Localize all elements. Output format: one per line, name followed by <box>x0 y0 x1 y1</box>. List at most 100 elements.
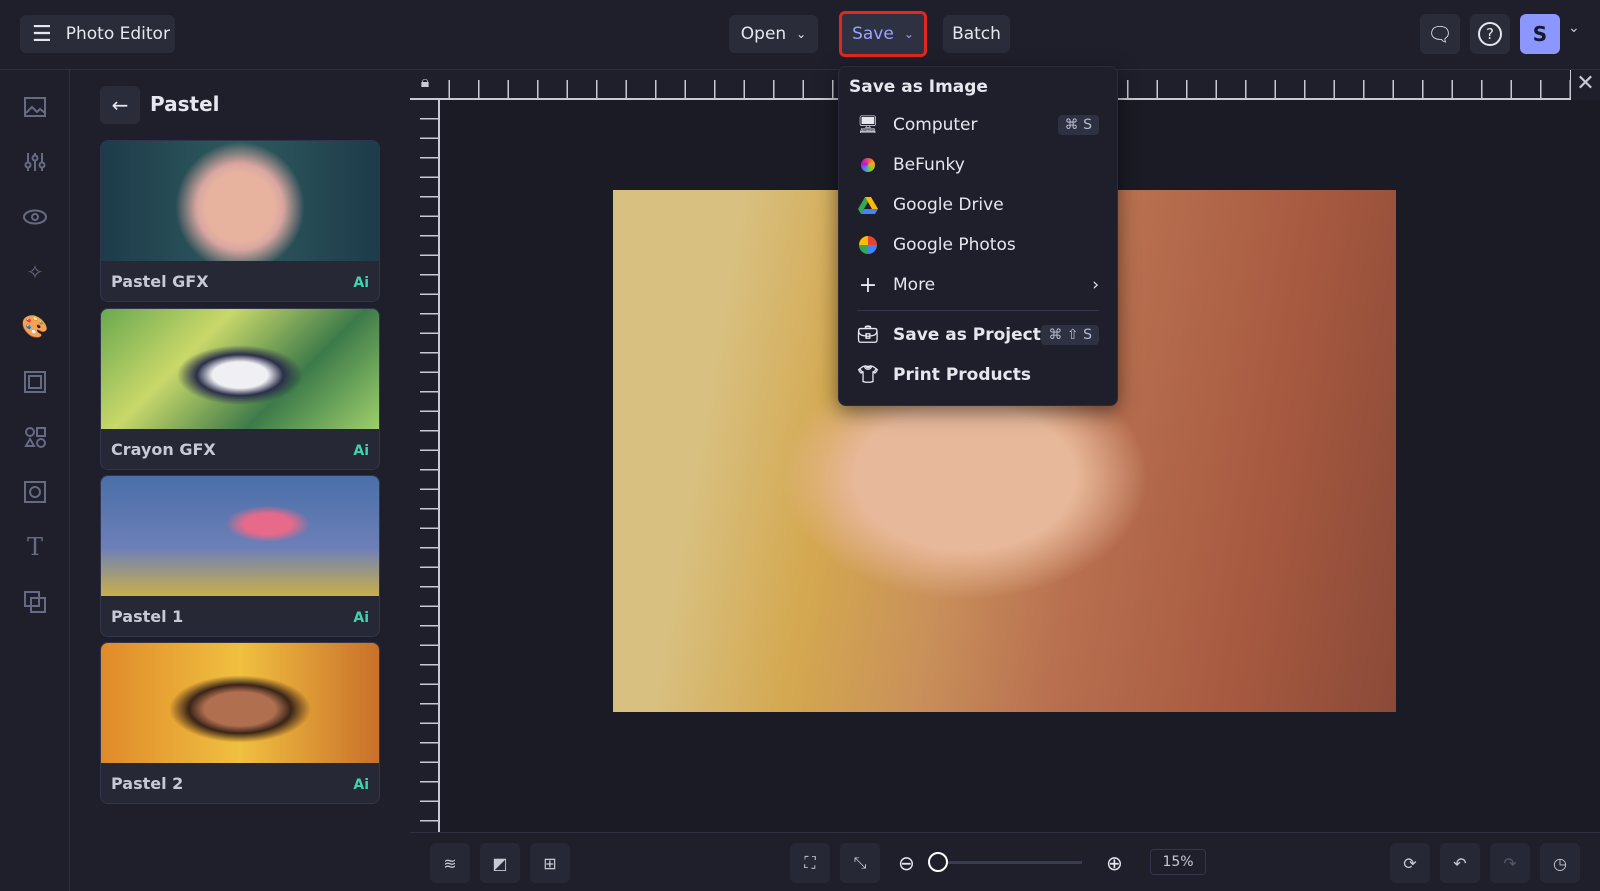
fit-screen-button[interactable]: ⤡ <box>840 843 880 883</box>
texture-icon[interactable] <box>20 477 50 507</box>
adjust-sliders-icon[interactable] <box>20 147 50 177</box>
compare-icon: ◩ <box>492 853 508 873</box>
close-ruler-icon[interactable]: ✕ <box>1570 70 1600 100</box>
menu-item-more[interactable]: + More › <box>857 267 1099 303</box>
effect-thumbnail <box>101 643 379 763</box>
menu-divider <box>857 310 1099 311</box>
ai-badge: Ai <box>353 275 369 291</box>
zoom-out-icon[interactable]: ⊖ <box>898 851 915 875</box>
redo-icon: ↷ <box>1503 853 1517 873</box>
help-icon: ? <box>1478 22 1502 46</box>
arrow-left-icon: ← <box>111 93 129 117</box>
help-button[interactable]: ? <box>1470 14 1510 54</box>
zoom-in-icon[interactable]: ⊕ <box>1106 851 1123 875</box>
refresh-icon: ⟳ <box>1403 853 1417 873</box>
menu-item-computer[interactable]: 🖥︎ Computer ⌘ S <box>857 107 1099 143</box>
shapes-icon[interactable] <box>20 422 50 452</box>
batch-button[interactable]: Batch <box>943 15 1010 53</box>
comments-button[interactable]: 🗨 <box>1420 14 1460 54</box>
artsy-palette-icon[interactable]: 🎨 <box>20 312 50 342</box>
effect-card[interactable]: Pastel 1 Ai <box>100 475 380 637</box>
open-label: Open <box>740 24 787 44</box>
effect-thumbnail <box>101 141 379 261</box>
vertical-ruler <box>410 100 440 832</box>
google-photos-icon <box>857 234 879 256</box>
effects-panel: ← Pastel Pastel GFX Ai Crayon GFX Ai Paste… <box>70 70 410 891</box>
layers-button[interactable]: ≋ <box>430 843 470 883</box>
zoom-slider[interactable] <box>930 861 1082 864</box>
monitor-icon: 🖥︎ <box>857 115 879 135</box>
bottom-toolbar: ≋ ◩ ⊞ ⛶ ⤡ ⊖ ⊕ 15% ⟳ ↶ ↷ ◷ <box>410 832 1600 891</box>
shortcut-badge: ⌘ S <box>1057 115 1099 135</box>
menu-item-befunky[interactable]: BeFunky <box>857 147 1099 183</box>
back-button[interactable]: ← <box>100 86 140 124</box>
effect-label: Pastel 1 <box>111 607 184 626</box>
text-icon[interactable]: T <box>20 532 50 562</box>
compare-button[interactable]: ◩ <box>480 843 520 883</box>
menu-item-label: More <box>893 275 936 295</box>
sparkles-icon[interactable]: ✧ <box>20 257 50 287</box>
ai-badge: Ai <box>353 610 369 626</box>
zoom-value-input[interactable]: 15% <box>1150 849 1206 875</box>
ruler-lock-icon[interactable]: 🔒︎ <box>412 72 438 98</box>
save-button[interactable]: Save ⌄ <box>839 11 927 57</box>
undo-button[interactable]: ↶ <box>1440 843 1480 883</box>
history-button[interactable]: ◷ <box>1540 843 1580 883</box>
layers-icon: ≋ <box>443 853 457 873</box>
chevron-down-icon: ⌄ <box>903 27 914 41</box>
reset-button[interactable]: ⟳ <box>1390 843 1430 883</box>
frame-icon[interactable] <box>20 367 50 397</box>
effect-label: Pastel GFX <box>111 272 209 291</box>
fit-screen-icon: ⤡ <box>853 853 867 872</box>
comment-icon: 🗨 <box>1427 22 1453 46</box>
image-icon[interactable] <box>20 92 50 122</box>
save-dropdown-menu: Save as Image 🖥︎ Computer ⌘ S BeFunky Goog… <box>838 66 1118 406</box>
save-label: Save <box>852 24 894 44</box>
eye-icon[interactable] <box>20 202 50 232</box>
plus-icon: + <box>858 272 878 298</box>
effect-thumbnail <box>101 309 379 429</box>
effect-thumbnail <box>101 476 379 596</box>
menu-item-label: Save as Project <box>893 325 1041 345</box>
open-button[interactable]: Open ⌄ <box>729 15 818 53</box>
fullscreen-button[interactable]: ⛶ <box>790 843 830 883</box>
fullscreen-icon: ⛶ <box>804 853 816 872</box>
tshirt-icon: 👕︎ <box>857 365 879 385</box>
befunky-icon <box>857 154 879 176</box>
menu-item-label: Print Products <box>893 365 1031 385</box>
menu-item-google-drive[interactable]: Google Drive <box>857 187 1099 223</box>
effect-label: Pastel 2 <box>111 774 184 793</box>
avatar-letter: S <box>1532 22 1548 46</box>
ai-badge: Ai <box>353 777 369 793</box>
menu-item-label: Google Drive <box>893 195 1004 215</box>
briefcase-icon: 💼︎ <box>857 325 879 345</box>
menu-item-save-as-project[interactable]: 💼︎ Save as Project ⌘ ⇧ S <box>857 317 1099 353</box>
effect-card[interactable]: Pastel 2 Ai <box>100 642 380 804</box>
zoom-slider-thumb[interactable] <box>928 852 948 872</box>
effect-card[interactable]: Pastel GFX Ai <box>100 140 380 302</box>
panel-title: Pastel <box>150 92 220 116</box>
chevron-right-icon: › <box>1092 275 1099 295</box>
menu-item-label: Google Photos <box>893 235 1016 255</box>
menu-item-label: BeFunky <box>893 155 965 175</box>
tool-rail: ✧ 🎨 T <box>0 70 70 891</box>
effect-label: Crayon GFX <box>111 440 216 459</box>
menu-heading: Save as Image <box>849 77 988 97</box>
avatar[interactable]: S <box>1520 14 1560 54</box>
chevron-down-icon: ⌄ <box>796 27 807 41</box>
account-chevron-icon[interactable]: ⌄ <box>1568 20 1580 36</box>
hamburger-icon: ☰ <box>32 21 52 47</box>
app-title: Photo Editor <box>65 24 170 44</box>
shortcut-badge: ⌘ ⇧ S <box>1041 325 1099 345</box>
undo-icon: ↶ <box>1453 853 1467 873</box>
redo-button[interactable]: ↷ <box>1490 843 1530 883</box>
menu-item-label: Computer <box>893 115 978 135</box>
main-menu-button[interactable]: ☰ Photo Editor <box>20 15 175 53</box>
grid-button[interactable]: ⊞ <box>530 843 570 883</box>
overlay-icon[interactable] <box>20 587 50 617</box>
batch-label: Batch <box>952 24 1001 44</box>
menu-item-print-products[interactable]: 👕︎ Print Products <box>857 357 1099 393</box>
menu-item-google-photos[interactable]: Google Photos <box>857 227 1099 263</box>
ai-badge: Ai <box>353 443 369 459</box>
effect-card[interactable]: Crayon GFX Ai <box>100 308 380 470</box>
